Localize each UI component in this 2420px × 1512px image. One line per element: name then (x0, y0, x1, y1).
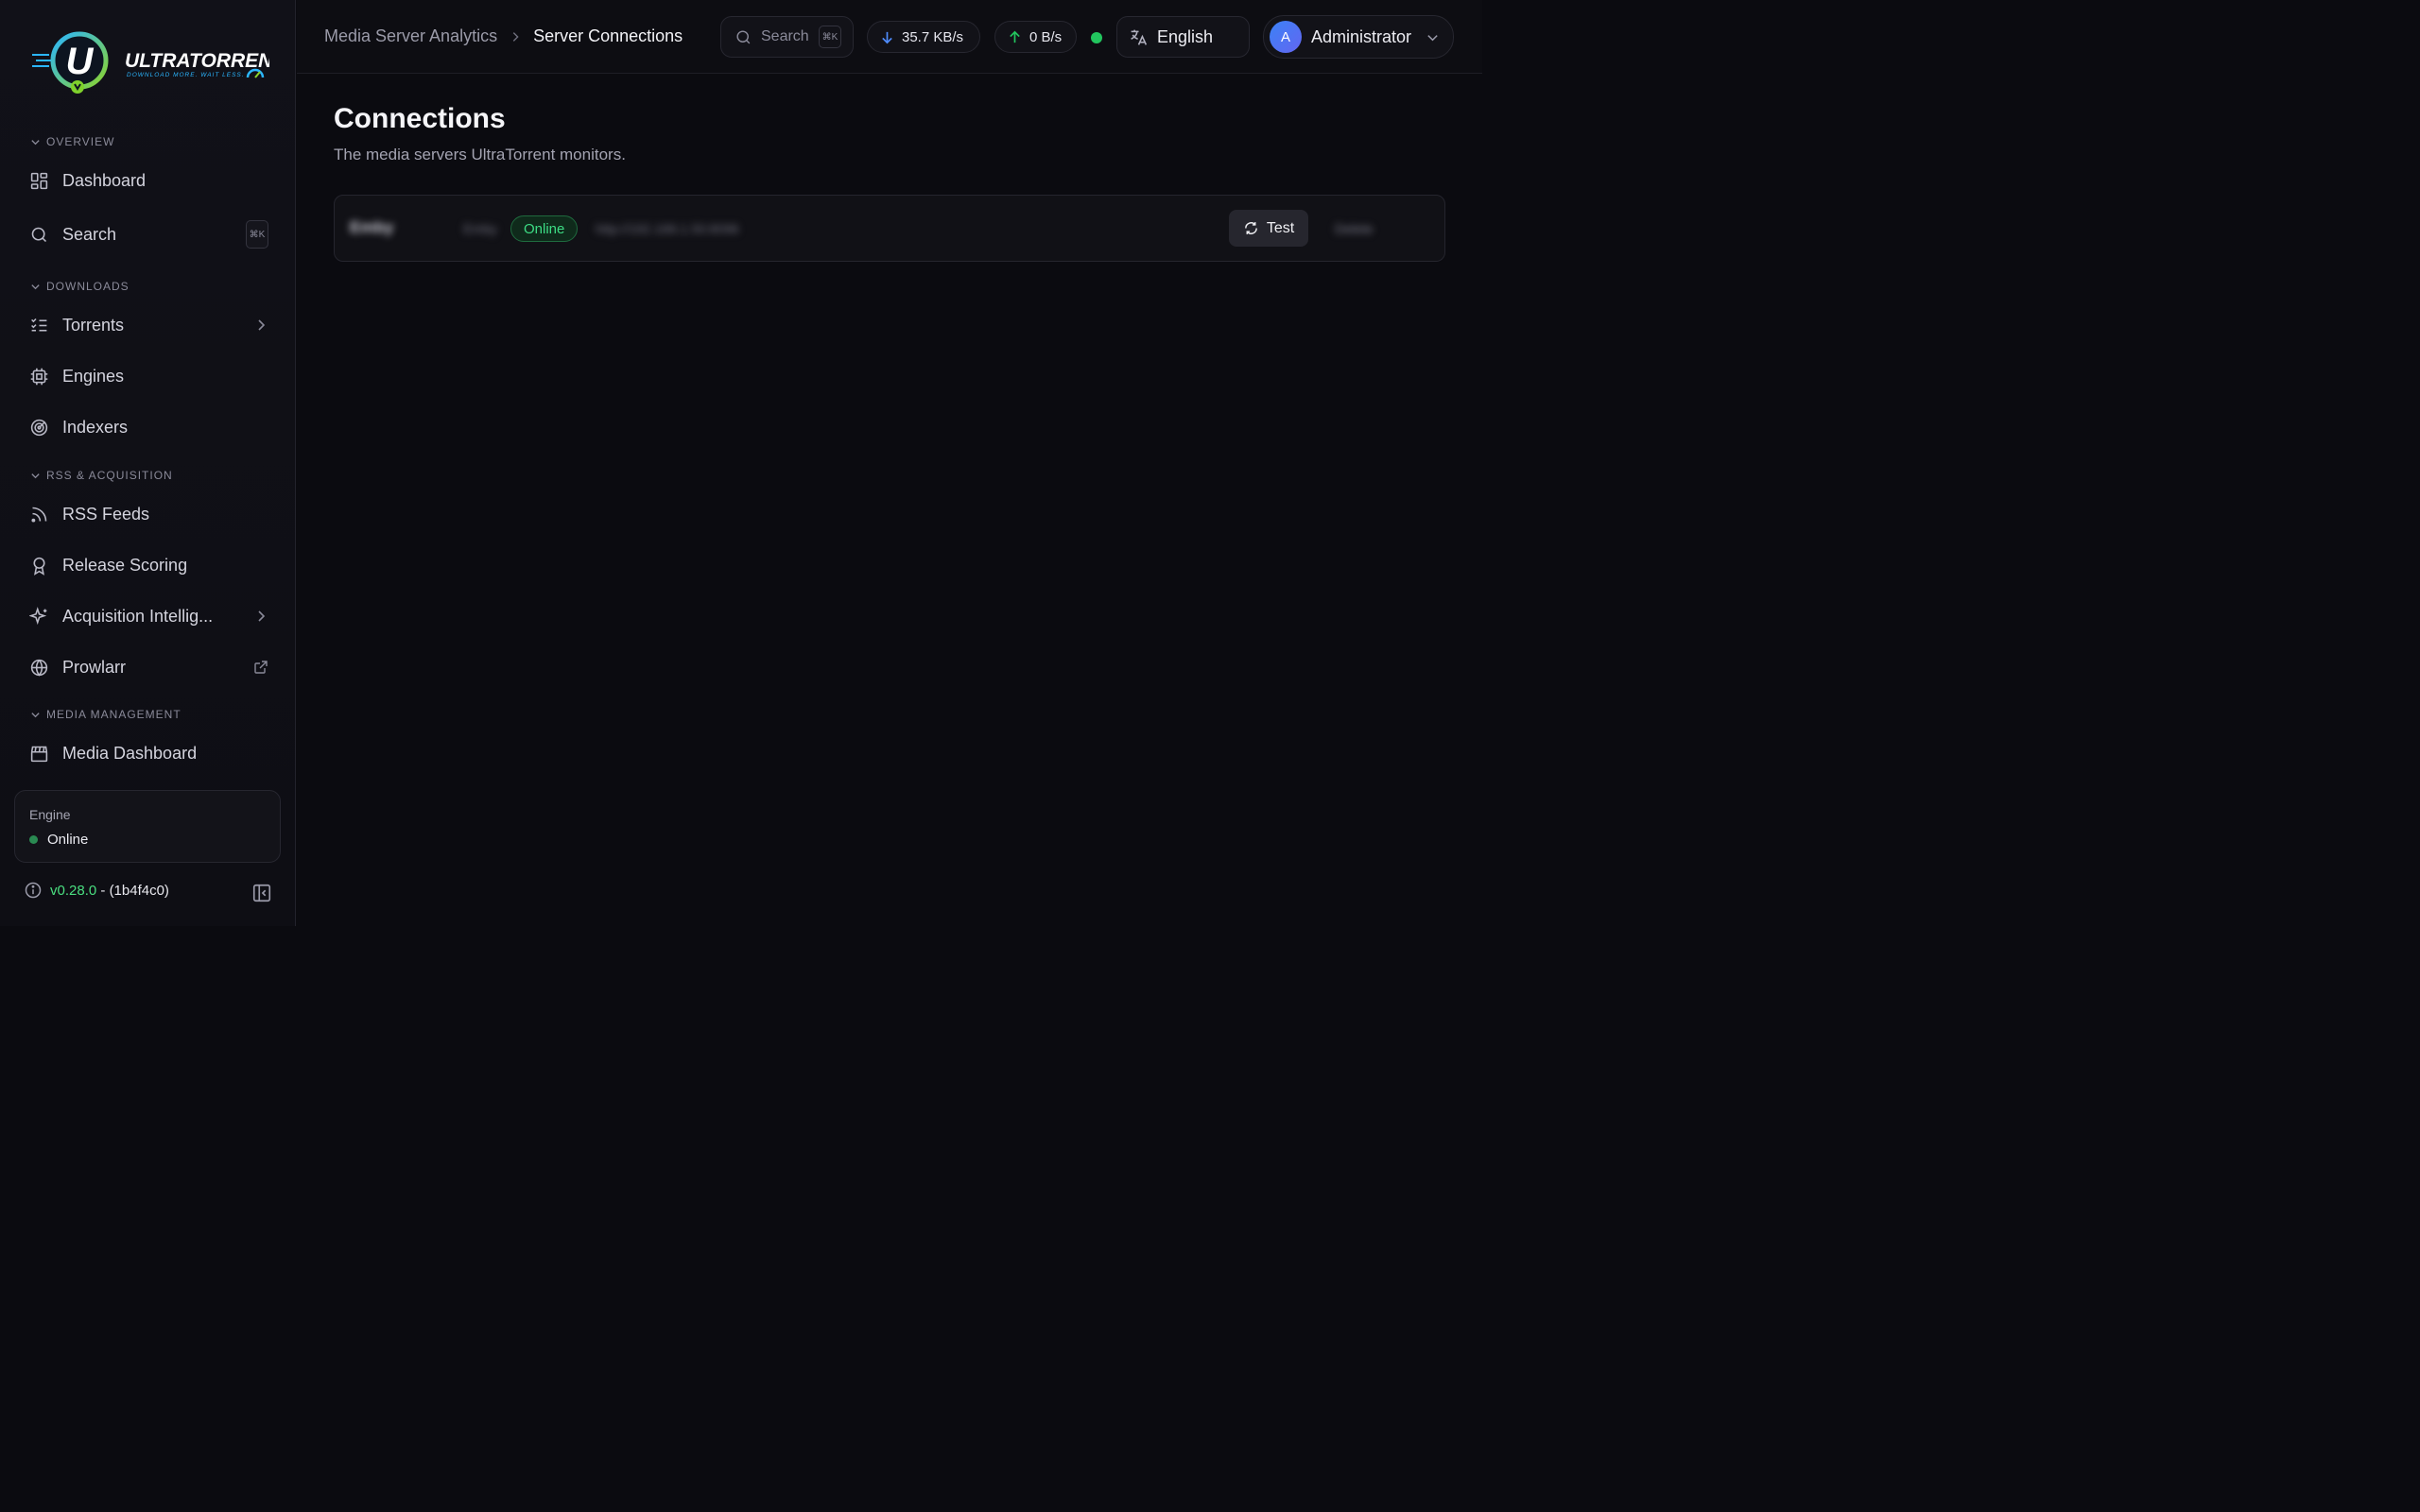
version-info[interactable]: v0.28.0 - (1b4f4c0) (24, 881, 169, 900)
sidebar-item-label: Prowlarr (62, 657, 127, 677)
download-speed-value: 35.7 KB/s (902, 28, 964, 45)
sidebar-item-label: Release Scoring (62, 555, 188, 575)
version-hash: (1b4f4c0) (109, 882, 169, 899)
radar-icon (28, 417, 49, 438)
section-label-text: DOWNLOADS (46, 280, 130, 293)
cpu-icon (28, 366, 49, 387)
engine-status: Online (29, 832, 88, 848)
breadcrumb-parent[interactable]: Media Server Analytics (324, 26, 497, 46)
download-speed-badge[interactable]: 35.7 KB/s (867, 21, 980, 53)
languages-icon (1131, 29, 1148, 45)
test-button-label: Test (1266, 219, 1295, 236)
dashboard-icon (28, 170, 49, 191)
refresh-icon (1244, 222, 1257, 234)
section-overview[interactable]: OVERVIEW (30, 135, 114, 148)
chevron-right-icon (512, 31, 519, 42)
search-button[interactable]: Search ⌘K (720, 16, 854, 58)
section-media-management[interactable]: MEDIA MANAGEMENT (30, 708, 182, 721)
sidebar-item-torrents[interactable]: Torrents (15, 304, 282, 346)
svg-text:U: U (66, 41, 95, 82)
info-icon (25, 882, 42, 899)
collapse-sidebar-icon[interactable] (251, 883, 272, 903)
globe-icon (28, 657, 49, 678)
chevron-right-icon (253, 318, 268, 333)
arrow-down-icon (882, 31, 892, 43)
list-checks-icon (28, 315, 49, 335)
chevron-down-icon (31, 139, 40, 145)
sidebar-item-engines[interactable]: Engines (15, 355, 282, 397)
top-header: Media Server Analytics Server Connection… (297, 0, 1482, 74)
search-icon (28, 224, 49, 245)
rss-icon (28, 504, 49, 524)
section-downloads[interactable]: DOWNLOADS (30, 280, 130, 293)
version-separator: - (96, 882, 110, 899)
connection-type: Emby (463, 221, 497, 236)
page-subtitle: The media servers UltraTorrent monitors. (334, 146, 626, 163)
clapperboard-icon (28, 743, 49, 764)
connection-card[interactable]: Emby Emby Online http://192.168.1.50:809… (334, 195, 1445, 262)
sidebar-item-media-dashboard[interactable]: Media Dashboard (15, 732, 282, 774)
sidebar-item-label: Acquisition Intellig... (62, 606, 214, 626)
sidebar-item-label: Media Dashboard (62, 743, 198, 763)
sidebar-item-label: Search (62, 224, 117, 244)
sidebar-item-rss-feeds[interactable]: RSS Feeds (15, 493, 282, 535)
search-label: Search (761, 28, 809, 44)
award-icon (28, 555, 49, 576)
sidebar-item-label: Dashboard (62, 170, 147, 190)
section-label-text: OVERVIEW (46, 135, 115, 148)
engine-status-title: Engine (29, 807, 71, 822)
sidebar-item-search[interactable]: Search ⌘K (15, 214, 282, 255)
page-title: Connections (334, 103, 506, 134)
section-label-text: RSS & ACQUISITION (46, 469, 173, 482)
shortcut-key: ⌘K (819, 26, 841, 48)
section-rss-acquisition[interactable]: RSS & ACQUISITION (30, 469, 173, 482)
engine-status-text: Online (47, 832, 89, 848)
section-label-text: MEDIA MANAGEMENT (46, 708, 182, 721)
sidebar-item-label: Engines (62, 366, 125, 386)
sidebar-item-dashboard[interactable]: Dashboard (15, 160, 282, 201)
engine-status-card[interactable]: Engine Online (14, 790, 281, 863)
sidebar-item-label: RSS Feeds (62, 504, 150, 524)
external-link-icon (253, 660, 268, 675)
breadcrumb-current: Server Connections (533, 26, 683, 45)
connection-url: http://192.168.1.50:8096 (596, 221, 739, 236)
delete-connection-button[interactable]: Delete (1335, 221, 1373, 236)
connection-name: Emby (350, 218, 394, 236)
chevron-right-icon (253, 609, 268, 624)
sidebar-item-acquisition-intelligence[interactable]: Acquisition Intellig... (15, 595, 282, 637)
shortcut-hint: ⌘K (246, 220, 268, 249)
sidebar-item-prowlarr[interactable]: Prowlarr (15, 646, 282, 688)
version-number: v0.28.0 (50, 882, 97, 899)
upload-speed-badge[interactable]: 0 B/s (994, 21, 1077, 53)
chevron-down-icon (31, 472, 40, 478)
status-badge: Online (510, 215, 579, 242)
chevron-down-icon (31, 712, 40, 717)
chevron-down-icon (31, 284, 40, 289)
sidebar-item-label: Indexers (62, 417, 129, 437)
search-icon (736, 29, 751, 43)
test-connection-button[interactable]: Test (1229, 210, 1308, 247)
language-selector[interactable]: English (1116, 16, 1250, 58)
svg-text:ULTRATORRENT: ULTRATORRENT (125, 50, 269, 72)
sidebar-item-release-scoring[interactable]: Release Scoring (15, 544, 282, 586)
sidebar: U ULTRATORRENT DOWNLOAD MORE. WAIT LESS.… (0, 0, 296, 926)
sidebar-item-indexers[interactable]: Indexers (15, 406, 282, 448)
language-label: English (1157, 26, 1214, 46)
user-name: Administrator (1311, 26, 1412, 46)
avatar: A (1270, 21, 1302, 53)
svg-text:DOWNLOAD MORE. WAIT LESS.: DOWNLOAD MORE. WAIT LESS. (127, 72, 245, 78)
user-menu[interactable]: A Administrator (1263, 15, 1454, 59)
sparkles-icon (28, 606, 49, 627)
arrow-up-icon (1010, 30, 1020, 43)
status-dot (29, 835, 38, 844)
shortcut-key: ⌘K (246, 220, 268, 249)
chevron-down-icon (1427, 34, 1438, 41)
sidebar-item-label: Torrents (62, 315, 125, 335)
ultratorrent-logo[interactable]: U ULTRATORRENT DOWNLOAD MORE. WAIT LESS. (28, 28, 286, 96)
upload-speed-value: 0 B/s (1029, 28, 1063, 45)
connection-status-dot (1091, 32, 1102, 43)
breadcrumb: Media Server Analytics Server Connection… (324, 26, 683, 46)
